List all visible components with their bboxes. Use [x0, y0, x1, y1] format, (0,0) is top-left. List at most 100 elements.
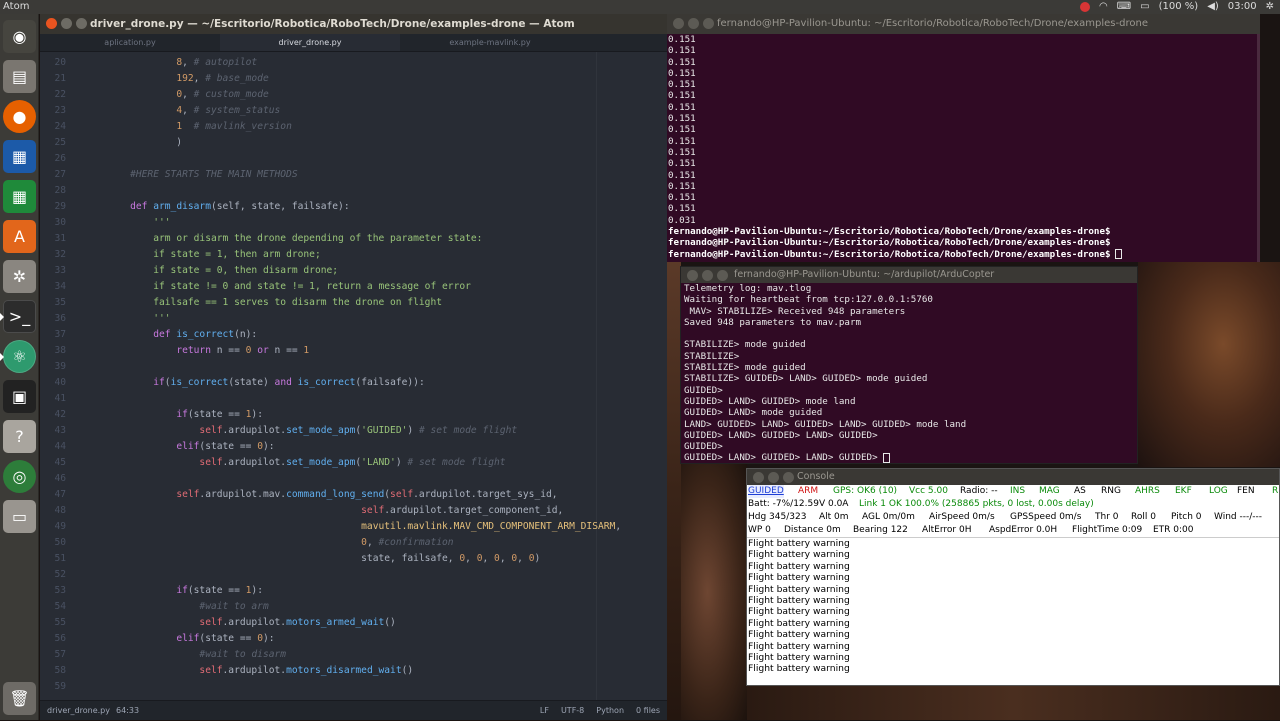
battery-icon[interactable]: ▭	[1140, 0, 1149, 14]
trash-icon[interactable]: 🗑	[3, 682, 36, 715]
code-line[interactable]: 37 def is_correct(n):	[40, 327, 667, 343]
maximize-icon[interactable]	[717, 270, 728, 281]
maximize-icon[interactable]	[703, 18, 714, 29]
code-line[interactable]: 43 self.ardupilot.set_mode_apm('GUIDED')…	[40, 423, 667, 439]
writer-icon[interactable]: ▦	[3, 140, 36, 173]
status-cursor[interactable]: 64:33	[116, 701, 139, 721]
software-center-icon[interactable]: A	[3, 220, 36, 253]
code-line[interactable]: 40 if(is_correct(state) and is_correct(f…	[40, 375, 667, 391]
record-indicator-icon[interactable]	[1079, 2, 1090, 12]
console-flight-row: Hdg 345/323 Alt 0m AGL 0m/0m AirSpeed 0m/s G…	[747, 511, 1279, 524]
code-line[interactable]: 28	[40, 183, 667, 199]
calc-icon[interactable]: ▦	[3, 180, 36, 213]
code-line[interactable]: 26	[40, 151, 667, 167]
code-line[interactable]: 57 #wait to disarm	[40, 647, 667, 663]
chrome-icon[interactable]: ◎	[3, 460, 36, 493]
battery-level[interactable]: (100 %)	[1159, 0, 1199, 14]
arduino-term-icon[interactable]: ▣	[3, 380, 36, 413]
console-field: EKF	[1175, 486, 1192, 496]
tab-aplication[interactable]: aplication.py	[40, 34, 220, 51]
clock[interactable]: 03:00	[1228, 0, 1257, 14]
code-line[interactable]: 51 state, failsafe, 0, 0, 0, 0, 0)	[40, 551, 667, 567]
code-line[interactable]: 24 1 # mavlink_version	[40, 119, 667, 135]
code-line[interactable]: 29 def arm_disarm(self, state, failsafe)…	[40, 199, 667, 215]
code-line[interactable]: 30 '''	[40, 215, 667, 231]
launcher: ◉ ▤ ● ▦ ▦ A ✲ >_ ⚛ ▣ ? ◎ ▭ 🗑	[0, 14, 39, 720]
maximize-icon[interactable]	[76, 18, 87, 29]
volume-icon[interactable]: ◀)	[1207, 0, 1219, 14]
code-line[interactable]: 49 mavutil.mavlink.MAV_CMD_COMPONENT_ARM…	[40, 519, 667, 535]
removable-drive-icon[interactable]: ▭	[3, 500, 36, 533]
console-field: AspdError 0.0H	[989, 525, 1058, 535]
code-line[interactable]: 55 self.ardupilot.motors_armed_wait()	[40, 615, 667, 631]
terminal-arducopter[interactable]: fernando@HP-Pavilion-Ubuntu: ~/ardupilot…	[680, 266, 1138, 464]
terminal2-output[interactable]: Telemetry log: mav.tlog Waiting for heart…	[681, 283, 1137, 463]
code-editor[interactable]: 20 8, # autopilot 21 192, # base_mode 22 0…	[40, 52, 667, 700]
settings-icon[interactable]: ✲	[3, 260, 36, 293]
terminal-examples-drone[interactable]: fernando@HP-Pavilion-Ubuntu: ~/Escritori…	[667, 14, 1260, 262]
terminal1-line: 0.151	[668, 146, 696, 158]
code-line[interactable]: 46	[40, 471, 667, 487]
close-icon[interactable]	[687, 270, 698, 281]
tab-driver-drone[interactable]: driver_drone.py	[220, 34, 400, 51]
code-line[interactable]: 31 arm or disarm the drone depending of …	[40, 231, 667, 247]
minimize-icon[interactable]	[768, 472, 779, 483]
code-line[interactable]: 54 #wait to arm	[40, 599, 667, 615]
code-line[interactable]: 45 self.ardupilot.set_mode_apm('LAND') #…	[40, 455, 667, 471]
close-icon[interactable]	[673, 18, 684, 29]
code-line[interactable]: 32 if state = 1, then arm drone;	[40, 247, 667, 263]
code-line[interactable]: 47 self.ardupilot.mav.command_long_send(…	[40, 487, 667, 503]
keyboard-icon[interactable]: ⌨	[1117, 0, 1131, 14]
terminal1-scrollbar[interactable]	[1257, 34, 1260, 262]
code-line[interactable]: 53 if(state == 1):	[40, 583, 667, 599]
code-line[interactable]: 56 elif(state == 0):	[40, 631, 667, 647]
status-line-ending[interactable]: LF	[540, 701, 549, 721]
files-icon[interactable]: ▤	[3, 60, 36, 93]
code-line[interactable]: 21 192, # base_mode	[40, 71, 667, 87]
code-line[interactable]: 27 #HERE STARTS THE MAIN METHODS	[40, 167, 667, 183]
close-icon[interactable]	[46, 18, 57, 29]
code-line[interactable]: 33 if state = 0, then disarm drone;	[40, 263, 667, 279]
code-line[interactable]: 36 '''	[40, 311, 667, 327]
code-line[interactable]: 22 0, # custom_mode	[40, 87, 667, 103]
wifi-icon[interactable]: ◠	[1099, 0, 1108, 14]
code-line[interactable]: 39	[40, 359, 667, 375]
status-grammar[interactable]: Python	[596, 701, 624, 721]
code-line[interactable]: 35 failsafe == 1 serves to disarm the dr…	[40, 295, 667, 311]
minimize-icon[interactable]	[688, 18, 699, 29]
maximize-icon[interactable]	[783, 472, 794, 483]
code-line[interactable]: 50 0, #confirmation	[40, 535, 667, 551]
terminal-icon[interactable]: >_	[0, 300, 36, 333]
status-encoding[interactable]: UTF-8	[561, 701, 584, 721]
code-line[interactable]: 41	[40, 391, 667, 407]
console-battery-row: Batt: -7%/12.59V 0.0A Link 1 OK 100.0% (2…	[747, 498, 1279, 511]
tab-example-mavlink[interactable]: example-mavlink.py	[400, 34, 580, 51]
close-icon[interactable]	[753, 472, 764, 483]
minimize-icon[interactable]	[702, 270, 713, 281]
code-line[interactable]: 42 if(state == 1):	[40, 407, 667, 423]
code-line[interactable]: 52	[40, 567, 667, 583]
help-icon[interactable]: ?	[3, 420, 36, 453]
code-line[interactable]: 48 self.ardupilot.target_component_id,	[40, 503, 667, 519]
code-line[interactable]: 23 4, # system_status	[40, 103, 667, 119]
console-field: R	[1272, 486, 1279, 496]
status-git-files[interactable]: 0 files	[636, 701, 660, 721]
code-line[interactable]: 25 )	[40, 135, 667, 151]
firefox-icon[interactable]: ●	[3, 100, 36, 133]
code-line[interactable]: 20 8, # autopilot	[40, 55, 667, 71]
line-number: 57	[54, 649, 66, 660]
status-file[interactable]: driver_drone.py	[47, 701, 110, 721]
atom-icon[interactable]: ⚛	[0, 340, 36, 373]
settings-gear-icon[interactable]: ✲	[1266, 0, 1274, 14]
terminal2-line: GUIDED>	[684, 384, 723, 396]
terminal1-output[interactable]: 0.151 0.151 0.151 0.151 0.151 0.151 0.151 0.151…	[667, 34, 1260, 260]
code-line[interactable]: 34 if state != 0 and state != 1, return …	[40, 279, 667, 295]
code-line[interactable]: 58 self.ardupilot.motors_disarmed_wait()	[40, 663, 667, 679]
minimize-icon[interactable]	[61, 18, 72, 29]
code-token: command_long_send	[286, 489, 385, 500]
code-line[interactable]: 59	[40, 679, 667, 695]
ubuntu-dash-icon[interactable]: ◉	[3, 20, 36, 53]
code-line[interactable]: 44 elif(state == 0):	[40, 439, 667, 455]
code-line[interactable]: 38 return n == 0 or n == 1	[40, 343, 667, 359]
